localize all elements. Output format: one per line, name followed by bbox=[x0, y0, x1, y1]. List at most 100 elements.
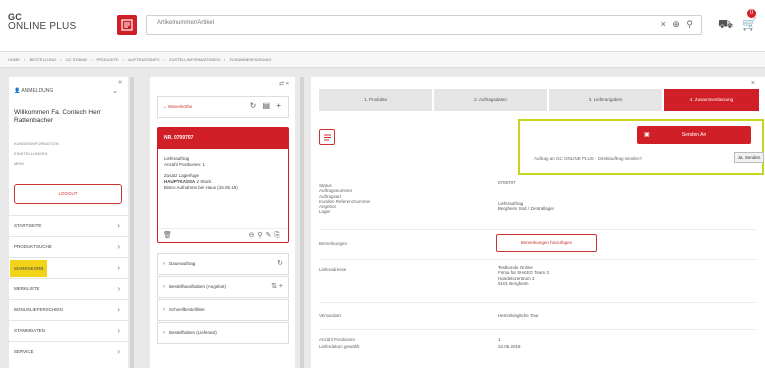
breadcrumb-item[interactable]: HOME bbox=[8, 57, 20, 62]
carts-header[interactable]: ⌄ Warenkörbe ↻ ▤ + bbox=[157, 96, 289, 118]
breadcrumb-item[interactable]: AUFTRAGSINFO bbox=[128, 57, 159, 62]
sidebar-item-startseite[interactable]: STARTSEITE › bbox=[9, 215, 128, 236]
list-item[interactable]: › Bestellhandhaben (Angebot) ⇅ + bbox=[157, 276, 289, 298]
account-link[interactable]: MEIN bbox=[14, 159, 59, 169]
send-confirmation-popup: ▣ Senden An Auftrag an GC ONLINE PLUS · D… bbox=[518, 119, 764, 175]
delivery-date-value: 22.05.2018 bbox=[498, 344, 521, 349]
address-line: 5101 Bergheim bbox=[498, 280, 529, 286]
breadcrumb-separator: › bbox=[24, 57, 26, 62]
cart-column: ⇄ « ⌄ Warenkörbe ↻ ▤ + NR. 0709707 Liefe… bbox=[150, 77, 295, 368]
sidebar-item-bonuslieferschein[interactable]: BONUSLIEFERSCHEIN › bbox=[9, 299, 128, 320]
close-icon[interactable]: × bbox=[751, 80, 755, 87]
sidebar-item-label: MERKLISTE bbox=[14, 286, 40, 291]
breadcrumb-item[interactable]: GC STAMM bbox=[66, 57, 87, 62]
chevron-right-icon: › bbox=[163, 261, 165, 267]
search-input[interactable]: Artikelnummer/Artikel bbox=[157, 20, 214, 26]
remarks-label: Bemerkungen bbox=[319, 241, 348, 246]
user-menu[interactable]: 👤 ANMELDUNG bbox=[14, 88, 53, 94]
sidebar-item-label: PRODUKTSUCHE bbox=[14, 244, 52, 249]
welcome-text: Willkommen Fa. Contech Herr Rattenbacher bbox=[14, 109, 102, 124]
divider bbox=[319, 259, 757, 260]
sidebar-item-service[interactable]: SERVICE › bbox=[9, 341, 128, 362]
carts-header-icons[interactable]: ↻ ▤ + bbox=[250, 101, 283, 110]
add-remarks-button[interactable]: Bemerkungen hinzufügen bbox=[496, 234, 597, 252]
send-button[interactable]: ▣ Senden An bbox=[637, 126, 751, 144]
chevron-right-icon: › bbox=[117, 305, 120, 314]
field-value: Bergheim Süd / Zentrallager bbox=[498, 206, 555, 212]
address-line: Firma für SHKEG Team 3 bbox=[498, 270, 549, 276]
cart-icon[interactable]: 🛒 bbox=[742, 17, 757, 31]
logout-button[interactable]: LOGOUT bbox=[14, 184, 122, 204]
document-icon[interactable] bbox=[319, 129, 335, 145]
refresh-icon[interactable]: ↻ bbox=[277, 254, 283, 274]
sidebar-menu: STARTSEITE › PRODUKTSUCHE › WARENKORB › MER… bbox=[9, 215, 128, 362]
truck-icon[interactable]: ⛟ bbox=[718, 17, 733, 33]
send-icon: ▣ bbox=[644, 132, 650, 138]
send-button-label: Senden An bbox=[681, 132, 707, 138]
account-links: KUNDENINFORMATION EINSTELLUNGEN MEIN bbox=[14, 139, 59, 169]
sidebar-item-label: STARTSEITE bbox=[14, 223, 42, 228]
list-item[interactable]: › Schnellbestellliste bbox=[157, 299, 289, 321]
list-item[interactable]: › Bestellhaben (Lieferant) bbox=[157, 322, 289, 344]
sidebar-item-warenkorb[interactable]: WARENKORB › bbox=[9, 257, 128, 278]
breadcrumb-item[interactable]: ZUSAMMENFASSUNG bbox=[229, 57, 271, 62]
sidebar-item-merkliste[interactable]: MERKLISTE › bbox=[9, 278, 128, 299]
divider bbox=[319, 302, 757, 303]
step-zusammenfassung[interactable]: 4. Zusammenfassung bbox=[664, 89, 759, 111]
chevron-right-icon: › bbox=[117, 221, 120, 230]
delivery-address: Testkunde Online Firma für SHKEG Team 3 … bbox=[498, 265, 549, 286]
checkout-steps: 1. Produkte 2. Auftragsdaten 3. Lieferan… bbox=[319, 89, 759, 111]
breadcrumb-separator: › bbox=[60, 57, 62, 62]
breadcrumb-separator: › bbox=[163, 57, 165, 62]
shipping-label: Versandart bbox=[319, 313, 341, 318]
collapse-icon[interactable]: « bbox=[118, 79, 122, 86]
header-actions: ⛟ 🛒 0 bbox=[716, 9, 761, 37]
trash-icon[interactable]: 🗑 bbox=[163, 229, 172, 242]
brand-icon[interactable] bbox=[117, 15, 137, 35]
sidebar-scrollbar[interactable] bbox=[130, 77, 134, 368]
account-link[interactable]: KUNDENINFORMATION bbox=[14, 139, 59, 149]
breadcrumb-item[interactable]: PRODUKTE bbox=[97, 57, 119, 62]
search-icon[interactable]: × ⊕ ⚲ bbox=[661, 19, 695, 30]
order-info-labels: Status Auftragsnummer Auftragsart Kunden… bbox=[319, 183, 371, 215]
chevron-right-icon: › bbox=[163, 307, 165, 313]
shipping-value: Hemmkingliche Tour bbox=[498, 313, 539, 318]
step-auftragsdaten[interactable]: 2. Auftragsdaten bbox=[434, 89, 547, 111]
cart-column-scrollbar[interactable] bbox=[300, 77, 304, 368]
logo-line-2: ONLINE PLUS bbox=[8, 21, 77, 32]
sidebar-item-label: BONUSLIEFERSCHEIN bbox=[14, 307, 63, 312]
order-actions: 🗑 ⊖⚲✎⎘ bbox=[158, 228, 288, 242]
chevron-right-icon: › bbox=[163, 284, 165, 290]
logo[interactable]: GC ONLINE PLUS bbox=[8, 12, 76, 32]
carts-title: ⌄ Warenkörbe bbox=[163, 104, 193, 109]
confirm-send-button[interactable]: Ja, Senden bbox=[734, 152, 764, 163]
chevron-right-icon: › bbox=[117, 263, 120, 272]
list-item[interactable]: › Dauerauftrag ↻ bbox=[157, 253, 289, 275]
chevron-right-icon: › bbox=[117, 242, 120, 251]
order-info-values: 0709707 Lieferauftrag Bergheim Süd / Zen… bbox=[498, 180, 554, 212]
breadcrumb-item[interactable]: ZUSTELLINFORMATIONEN bbox=[169, 57, 220, 62]
breadcrumb-item[interactable]: BESTELLUNG bbox=[30, 57, 56, 62]
sort-add-icon[interactable]: ⇅ + bbox=[271, 277, 283, 297]
order-action-icons[interactable]: ⊖⚲✎⎘ bbox=[249, 229, 283, 242]
order-card[interactable]: NR. 0709707 Lieferauftrag Anzahl Positio… bbox=[157, 127, 289, 243]
account-link[interactable]: EINSTELLUNGEN bbox=[14, 149, 59, 159]
sidebar-item-label: SERVICE bbox=[14, 349, 34, 354]
sidebar: « 👤 ANMELDUNG ⌄ Willkommen Fa. Contech H… bbox=[9, 77, 128, 368]
chevron-right-icon: › bbox=[117, 326, 120, 335]
delivery-address-label: Lieferadresse bbox=[319, 267, 347, 272]
positions-label: Anzahl Positionen bbox=[319, 337, 356, 342]
column-controls[interactable]: ⇄ « bbox=[279, 80, 289, 87]
chevron-down-icon[interactable]: ⌄ bbox=[112, 87, 118, 95]
chevron-right-icon: › bbox=[163, 330, 165, 336]
step-produkte[interactable]: 1. Produkte bbox=[319, 89, 432, 111]
list-item-label: Bestellhaben (Lieferant) bbox=[169, 330, 217, 335]
sidebar-item-stammdaten[interactable]: STAMMDATEN › bbox=[9, 320, 128, 341]
delivery-date-label: Lieferdatum gewählt bbox=[319, 344, 360, 349]
search-field[interactable]: Artikelnummer/Artikel × ⊕ ⚲ bbox=[146, 15, 702, 35]
sidebar-item-produktsuche[interactable]: PRODUKTSUCHE › bbox=[9, 236, 128, 257]
cart-badge: 0 bbox=[747, 9, 756, 18]
sidebar-item-label: STAMMDATEN bbox=[14, 328, 45, 333]
step-lieferangaben[interactable]: 3. Lieferangaben bbox=[549, 89, 662, 111]
list-item-label: Bestellhandhaben (Angebot) bbox=[169, 284, 227, 289]
